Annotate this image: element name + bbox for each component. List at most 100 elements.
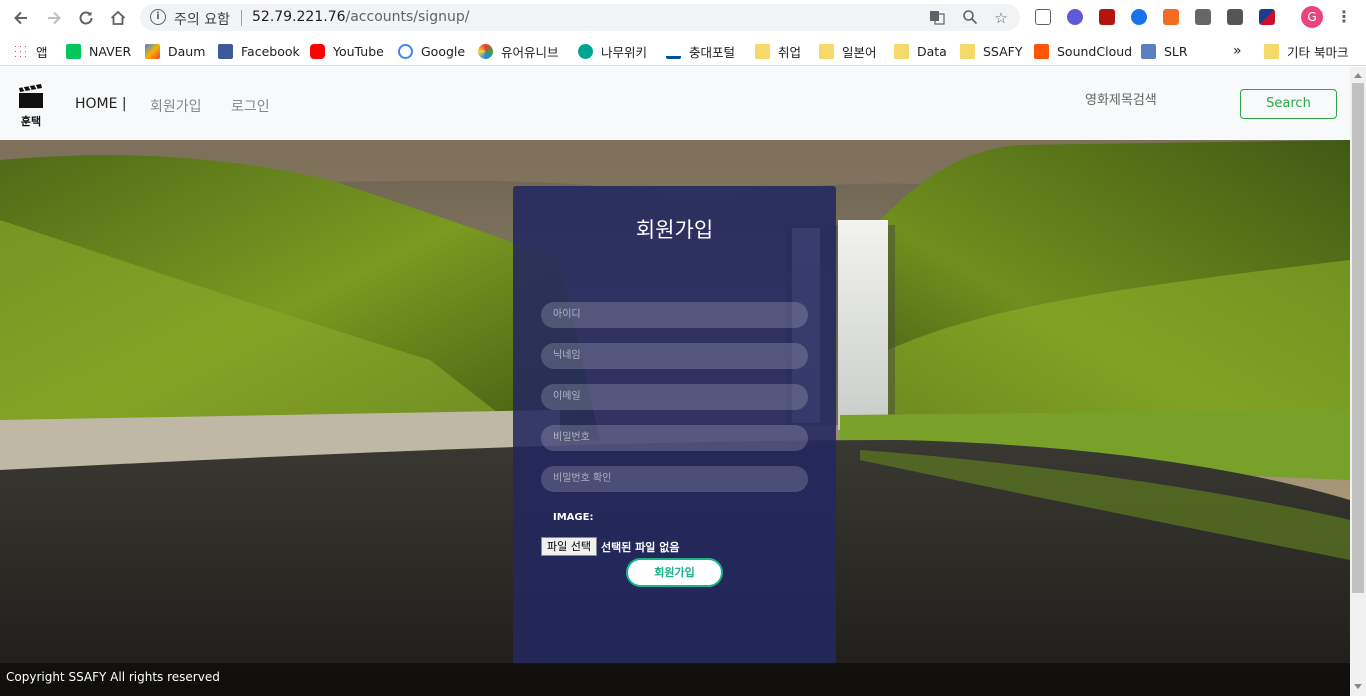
bookmarks-bar: 앱 NAVER Daum Facebook YouTube Google 유어유… bbox=[0, 35, 1366, 66]
bookmark-label: 앱 bbox=[36, 44, 48, 60]
security-warning: 주의 요함 bbox=[174, 12, 230, 28]
bookmark-naver[interactable]: NAVER bbox=[66, 41, 131, 61]
folder-icon bbox=[755, 43, 770, 59]
google-icon bbox=[398, 43, 413, 59]
pdf-extension-icon[interactable] bbox=[1099, 9, 1115, 25]
namuwiki-icon bbox=[578, 43, 593, 59]
info-icon[interactable]: i bbox=[150, 9, 166, 25]
bookmark-label: 취업 bbox=[778, 44, 802, 60]
scroll-down-arrow-icon[interactable] bbox=[1354, 684, 1362, 689]
file-status-text: 선택된 파일 없음 bbox=[601, 541, 680, 554]
bookmark-folder-job[interactable]: 취업 bbox=[755, 41, 801, 61]
facebook-icon bbox=[218, 43, 233, 59]
bookmark-label: 기타 북마크 bbox=[1287, 44, 1349, 60]
password-confirm-field[interactable]: 비밀번호 확인 bbox=[541, 466, 808, 492]
extension-flag-icon[interactable] bbox=[1259, 9, 1275, 25]
bookmarks-overflow-button[interactable]: » bbox=[1233, 41, 1242, 61]
daum-icon bbox=[145, 43, 160, 59]
bookmark-soundcloud[interactable]: SoundCloud bbox=[1034, 41, 1132, 61]
translate-icon[interactable] bbox=[928, 9, 946, 27]
search-input[interactable]: 영화제목검색 bbox=[1085, 89, 1157, 108]
extension-c-icon[interactable] bbox=[1195, 9, 1211, 25]
browser-toolbar: i 주의 요함 52.79.221.76/accounts/signup/ ☆ … bbox=[0, 0, 1366, 35]
bookmark-cnu-portal[interactable]: 충대포털 bbox=[666, 41, 735, 61]
clapperboard-icon bbox=[19, 84, 43, 108]
site-navbar: 훈택 HOME | 회원가입 로그인 영화제목검색 Search bbox=[0, 67, 1350, 140]
bookmark-label: SLR bbox=[1164, 43, 1188, 59]
address-separator bbox=[241, 10, 242, 26]
extension-blue-icon[interactable] bbox=[1131, 9, 1147, 25]
bookmark-slr[interactable]: SLR bbox=[1141, 41, 1188, 61]
nav-home-link[interactable]: HOME | bbox=[75, 96, 127, 112]
bookmark-label: 일본어 bbox=[842, 44, 877, 60]
folder-icon bbox=[894, 43, 909, 59]
soundcloud-icon bbox=[1034, 43, 1049, 59]
file-choose-button[interactable]: 파일 선택 bbox=[541, 537, 597, 556]
naver-icon bbox=[66, 43, 81, 59]
bookmark-apps[interactable]: 앱 bbox=[13, 41, 48, 61]
url-host: 52.79.221.76 bbox=[252, 9, 346, 25]
image-label: IMAGE: bbox=[553, 512, 594, 523]
other-bookmarks-folder[interactable]: 기타 북마크 bbox=[1264, 41, 1348, 61]
signup-submit-button[interactable]: 회원가입 bbox=[626, 558, 723, 587]
bookmark-daum[interactable]: Daum bbox=[145, 41, 205, 61]
bookmark-label: SSAFY bbox=[983, 43, 1023, 59]
bookmark-facebook[interactable]: Facebook bbox=[218, 41, 300, 61]
address-bar[interactable]: i 주의 요함 52.79.221.76/accounts/signup/ ☆ bbox=[140, 4, 1020, 31]
page-scrollbar[interactable] bbox=[1350, 67, 1366, 696]
bookmark-namuwiki[interactable]: 나무위키 bbox=[578, 41, 647, 61]
folder-icon bbox=[960, 43, 975, 59]
bookmark-google[interactable]: Google bbox=[398, 41, 465, 61]
browser-menu-icon[interactable]: ⋮ bbox=[1336, 7, 1352, 26]
bookmark-youruniv[interactable]: 유어유니브 bbox=[478, 41, 559, 61]
scroll-up-arrow-icon[interactable] bbox=[1354, 73, 1362, 78]
bookmark-label: NAVER bbox=[89, 43, 132, 59]
copyright-text: Copyright SSAFY All rights reserved bbox=[6, 670, 220, 684]
bookmark-folder-data[interactable]: Data bbox=[894, 41, 947, 61]
apps-grid-icon bbox=[13, 43, 28, 59]
extension-circle-icon[interactable] bbox=[1067, 9, 1083, 25]
bookmark-label: Facebook bbox=[241, 43, 300, 59]
cast-extension-icon[interactable] bbox=[1035, 9, 1051, 25]
forward-arrow-icon[interactable] bbox=[42, 6, 66, 30]
signup-form: 회원가입 아이디 닉네임 이메일 비밀번호 비밀번호 확인 IMAGE: 파일 … bbox=[513, 186, 836, 664]
username-field[interactable]: 아이디 bbox=[541, 302, 808, 328]
nav-signup-link[interactable]: 회원가입 bbox=[150, 96, 202, 116]
folder-icon bbox=[1264, 43, 1279, 59]
nickname-field[interactable]: 닉네임 bbox=[541, 343, 808, 369]
site-footer: Copyright SSAFY All rights reserved bbox=[0, 663, 1350, 696]
bookmark-label: 충대포털 bbox=[689, 44, 736, 60]
bookmark-label: 유어유니브 bbox=[501, 44, 559, 60]
bookmark-folder-ssafy[interactable]: SSAFY bbox=[960, 41, 1022, 61]
back-arrow-icon[interactable] bbox=[9, 6, 33, 30]
youruniv-icon bbox=[478, 43, 493, 59]
web-page: 훈택 HOME | 회원가입 로그인 영화제목검색 Search 회원가입 아이… bbox=[0, 67, 1350, 696]
form-title: 회원가입 bbox=[635, 218, 714, 242]
slr-icon bbox=[1141, 43, 1156, 59]
reload-icon[interactable] bbox=[74, 6, 98, 30]
extension-orange-icon[interactable] bbox=[1163, 9, 1179, 25]
email-field[interactable]: 이메일 bbox=[541, 384, 808, 410]
nav-login-link[interactable]: 로그인 bbox=[231, 96, 270, 116]
bookmark-label: YouTube bbox=[333, 43, 384, 59]
bookmark-youtube[interactable]: YouTube bbox=[310, 41, 384, 61]
search-button[interactable]: Search bbox=[1240, 89, 1337, 119]
home-icon[interactable] bbox=[106, 6, 130, 30]
profile-avatar[interactable]: G bbox=[1301, 6, 1323, 28]
logo-text: 훈택 bbox=[20, 115, 42, 128]
bookmark-label: Daum bbox=[168, 43, 206, 59]
site-logo[interactable]: 훈택 bbox=[18, 84, 44, 128]
cnu-icon bbox=[666, 43, 681, 59]
password-field[interactable]: 비밀번호 bbox=[541, 425, 808, 451]
folder-icon bbox=[819, 43, 834, 59]
scrollbar-thumb[interactable] bbox=[1352, 83, 1364, 593]
bookmark-label: Google bbox=[421, 43, 466, 59]
url-text[interactable]: 52.79.221.76/accounts/signup/ bbox=[252, 9, 469, 25]
extension-s-icon[interactable] bbox=[1227, 9, 1243, 25]
zoom-icon[interactable] bbox=[961, 9, 979, 27]
url-path: /accounts/signup/ bbox=[345, 9, 470, 25]
youtube-icon bbox=[310, 43, 325, 59]
bookmark-star-icon[interactable]: ☆ bbox=[992, 9, 1010, 27]
bookmark-label: Data bbox=[917, 43, 947, 59]
bookmark-folder-japanese[interactable]: 일본어 bbox=[819, 41, 877, 61]
